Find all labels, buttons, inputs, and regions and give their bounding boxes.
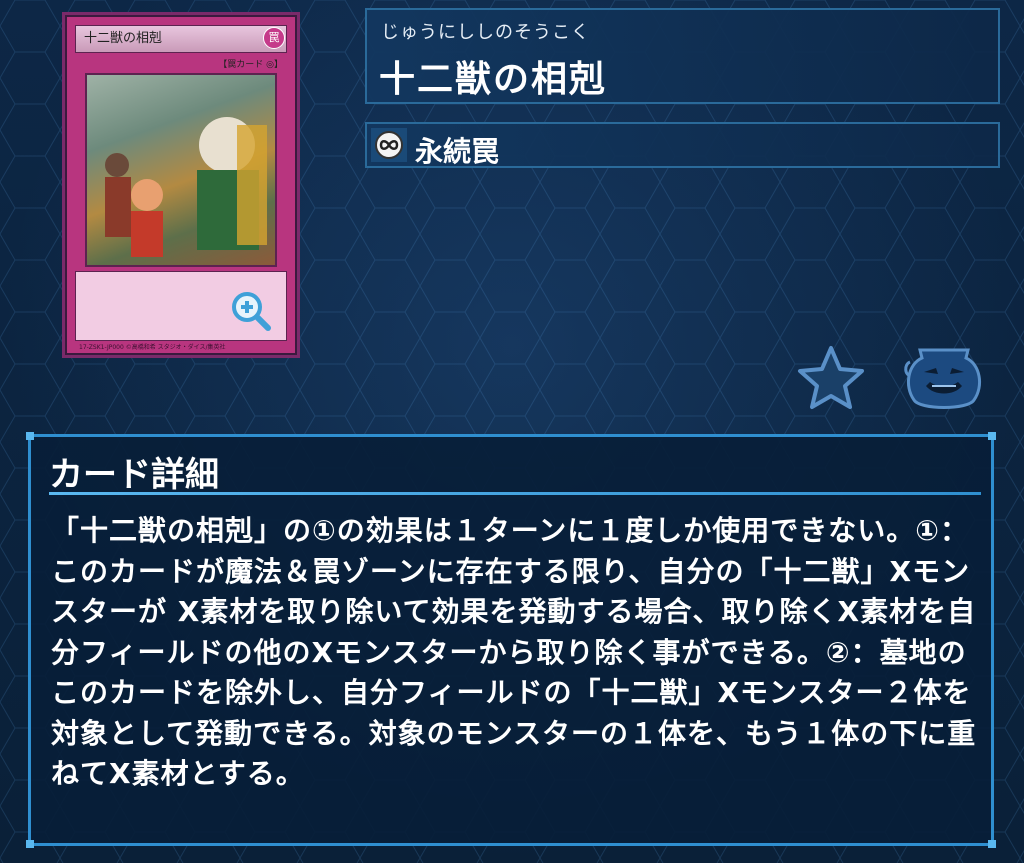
card-image[interactable]: 十二獣の相剋 罠 【罠カード ◎】 17-ZSK1-JP000 ©高橋和希 スタ…: [62, 12, 300, 358]
panel-corner: [26, 840, 34, 848]
zoom-in-icon[interactable]: [231, 291, 271, 331]
card-detail-panel: カード詳細 「十二獣の相剋」の①の効果は１ターンに１度しか使用できない。①：この…: [26, 432, 996, 848]
card-effect-text: 「十二獣の相剋」の①の効果は１ターンに１度しか使用できない。①：このカードが魔法…: [51, 514, 977, 790]
card-name: 十二獣の相剋: [379, 59, 608, 100]
star-icon[interactable]: [796, 344, 866, 410]
card-type-panel: 永続罠: [365, 122, 1000, 168]
trap-attribute-icon: 罠: [263, 27, 285, 49]
card-name-ruby: じゅうにししのそうこく: [381, 22, 590, 43]
card-type-label: 永続罠: [415, 135, 500, 168]
card-art-type-line: 【罠カード ◎】: [218, 60, 283, 70]
detail-heading: カード詳細: [49, 455, 219, 495]
panel-corner: [26, 432, 34, 440]
panel-corner: [988, 840, 996, 848]
panel-corner: [988, 432, 996, 440]
card-artwork: [85, 73, 277, 267]
detail-divider: [49, 492, 981, 495]
card-title-panel: じゅうにししのそうこく 十二獣の相剋: [365, 8, 1000, 104]
pot-icon[interactable]: [902, 342, 986, 414]
card-art-name: 十二獣の相剋: [75, 25, 287, 53]
infinity-icon: [371, 128, 407, 162]
card-footer: 17-ZSK1-JP000 ©高橋和希 スタジオ・ダイス/集英社: [79, 344, 226, 351]
